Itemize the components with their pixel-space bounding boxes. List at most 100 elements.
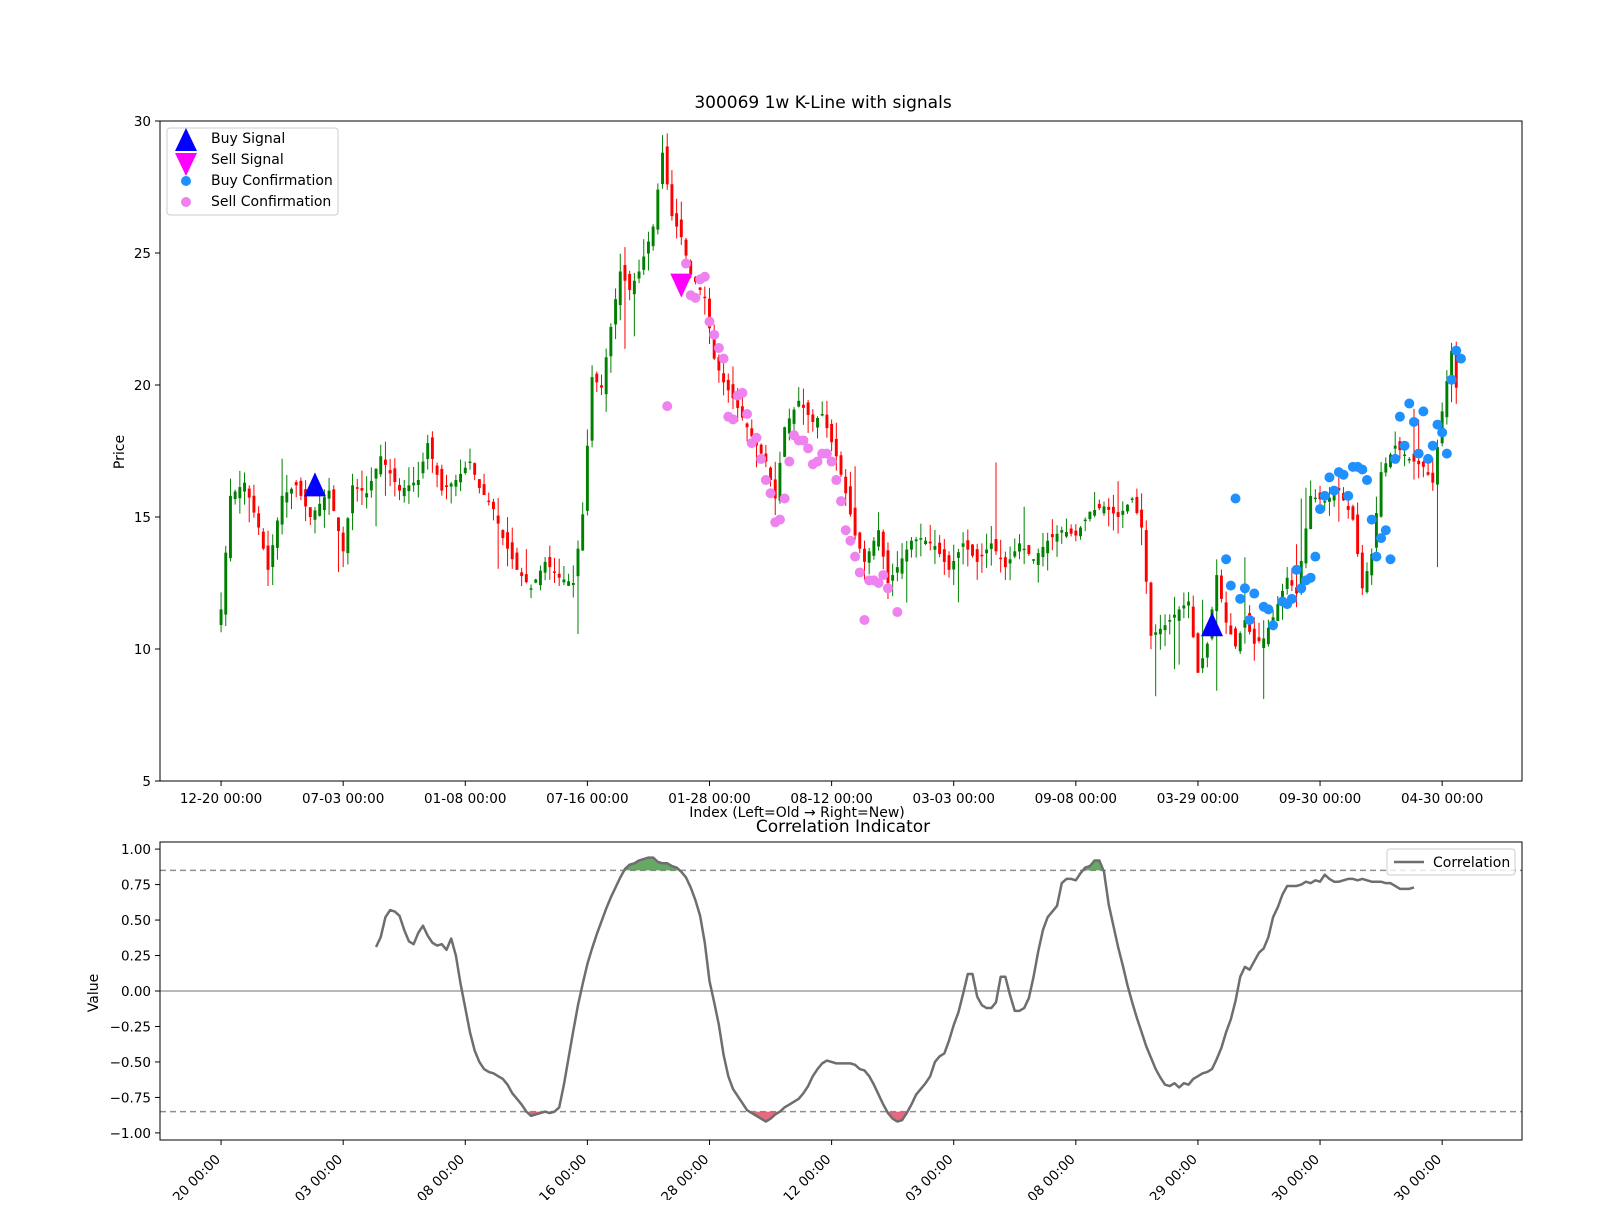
candle-body bbox=[1257, 637, 1261, 642]
candle-body bbox=[1055, 533, 1059, 542]
candle-body bbox=[909, 540, 913, 550]
correlation-title: Correlation Indicator bbox=[756, 817, 930, 837]
candle-body bbox=[679, 219, 683, 238]
sell-confirmation-point bbox=[718, 353, 729, 364]
candle-body bbox=[877, 530, 881, 547]
buy-confirmation-point bbox=[1315, 504, 1326, 515]
buy-confirmation-point bbox=[1413, 448, 1424, 459]
buy-confirmation-point bbox=[1249, 588, 1260, 599]
candle-body bbox=[646, 241, 650, 254]
candle-body bbox=[1069, 528, 1073, 534]
candle-body bbox=[1252, 628, 1256, 644]
candle-body bbox=[463, 467, 467, 474]
candle-body bbox=[1276, 604, 1280, 621]
candle-body bbox=[745, 423, 749, 428]
candle-body bbox=[1003, 557, 1007, 568]
candle-body bbox=[322, 497, 326, 511]
candle-body bbox=[1403, 454, 1407, 457]
sell-confirmation-point bbox=[854, 567, 865, 578]
buy-confirmation-point bbox=[1338, 469, 1349, 480]
sell-confirmation-point bbox=[859, 614, 870, 625]
kline-xtick-label: 07-16 00:00 bbox=[546, 791, 628, 807]
candle-body bbox=[1126, 504, 1129, 512]
correlation-legend: Correlation bbox=[1386, 848, 1516, 876]
candle-body bbox=[454, 480, 458, 487]
sell-confirmation-point bbox=[690, 292, 701, 303]
candle-body bbox=[792, 409, 796, 424]
buy-confirmation-marker-icon bbox=[181, 176, 191, 186]
candle-body bbox=[252, 495, 256, 513]
sell-confirmation-point bbox=[662, 401, 673, 412]
candle-body bbox=[520, 572, 524, 576]
sell-confirmation-point bbox=[892, 607, 903, 618]
kline-xtick-label: 09-30 00:00 bbox=[1279, 791, 1361, 807]
kline-xtick-label: 03-29 00:00 bbox=[1157, 791, 1239, 807]
correlation-ytick-label: −1.00 bbox=[110, 1126, 151, 1142]
buy-confirmation-point bbox=[1437, 427, 1448, 438]
candle-body bbox=[487, 500, 491, 503]
candle-body bbox=[294, 482, 298, 486]
candle-body bbox=[726, 379, 730, 391]
candle-body bbox=[1360, 552, 1364, 589]
candle-body bbox=[567, 581, 571, 586]
candle-body bbox=[661, 152, 664, 184]
candle-body bbox=[360, 488, 364, 491]
candle-body bbox=[1079, 527, 1082, 537]
buy-confirmation-point bbox=[1399, 440, 1410, 451]
candle-body bbox=[595, 373, 599, 383]
candle-body bbox=[1421, 461, 1425, 467]
kline-xtick-label: 01-08 00:00 bbox=[424, 791, 506, 807]
candle-body bbox=[604, 357, 608, 395]
candle-body bbox=[243, 482, 246, 492]
kline-title: 300069 1w K-Line with signals bbox=[694, 93, 952, 113]
buy-confirmation-point bbox=[1385, 554, 1396, 565]
buy-confirmation-point bbox=[1343, 490, 1354, 501]
candle-body bbox=[933, 546, 937, 550]
candle-body bbox=[393, 468, 397, 483]
buy-confirmation-point bbox=[1239, 583, 1250, 594]
candle-body bbox=[261, 531, 265, 549]
candle-body bbox=[675, 213, 679, 227]
candle-body bbox=[1022, 548, 1026, 551]
sell-confirmation-point bbox=[709, 329, 720, 340]
candle-body bbox=[618, 271, 622, 306]
candle-body bbox=[1083, 519, 1087, 522]
buy-confirmation-point bbox=[1366, 514, 1377, 525]
candle-body bbox=[407, 485, 411, 492]
candle-body bbox=[341, 532, 345, 552]
candle-body bbox=[1215, 575, 1219, 612]
candle-body bbox=[1234, 628, 1237, 647]
candle-body bbox=[1074, 530, 1078, 536]
candle-body bbox=[557, 573, 561, 578]
sell-confirmation-point bbox=[882, 583, 893, 594]
candle-body bbox=[1196, 633, 1200, 673]
candle-body bbox=[980, 554, 984, 557]
candle-body bbox=[477, 479, 481, 488]
candle-body bbox=[553, 571, 556, 573]
candle-body bbox=[623, 264, 627, 281]
sell-confirmation-point bbox=[760, 475, 771, 486]
candle-body bbox=[247, 488, 251, 498]
candle-body bbox=[581, 514, 585, 551]
candle-body bbox=[1393, 445, 1397, 449]
candle-body bbox=[656, 189, 660, 230]
candle-body bbox=[548, 557, 552, 568]
buy-confirmation-point bbox=[1418, 406, 1429, 417]
candle-body bbox=[830, 423, 834, 443]
candle-body bbox=[266, 545, 270, 570]
candle-body bbox=[590, 377, 594, 441]
candle-body bbox=[346, 518, 350, 554]
candle-body bbox=[299, 480, 303, 496]
buy-confirmation-point bbox=[1408, 416, 1419, 427]
candle-body bbox=[1309, 495, 1313, 530]
candle-body bbox=[1426, 472, 1430, 475]
candle-body bbox=[759, 444, 763, 454]
candle-body bbox=[449, 483, 453, 487]
candle-body bbox=[1407, 458, 1411, 461]
candle-body bbox=[233, 491, 237, 500]
candle-body bbox=[1304, 528, 1308, 564]
candle-body bbox=[971, 544, 974, 556]
candle-body bbox=[914, 539, 918, 542]
kline-ytick-label: 5 bbox=[142, 774, 151, 790]
figure: 300069 1w K-Line with signals Index (Lef… bbox=[0, 0, 1600, 1205]
